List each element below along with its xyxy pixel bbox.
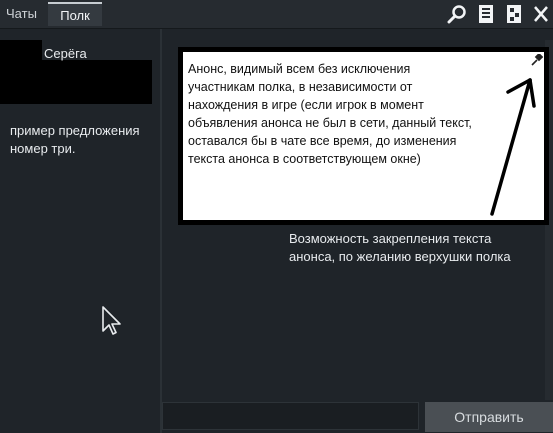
pin-icon[interactable] — [531, 52, 544, 66]
pin-hint-text: Возможность закрепления текста анонса, п… — [289, 231, 511, 264]
message-input[interactable] — [162, 402, 419, 430]
arrow-annotation — [486, 72, 536, 218]
send-button[interactable]: Отправить — [425, 402, 553, 432]
contact-name[interactable]: Серёга — [44, 46, 87, 61]
search-icon[interactable] — [446, 4, 468, 24]
announcement-text: Анонс, видимый всем без исключения участ… — [188, 62, 472, 166]
tab-polk[interactable]: Полк — [48, 2, 102, 26]
mouse-cursor-icon — [101, 305, 123, 335]
redacted-chat-item[interactable] — [0, 60, 152, 104]
redacted-avatar — [0, 40, 42, 62]
document-edit-icon[interactable] — [503, 4, 525, 24]
tab-chats[interactable]: Чаты — [6, 2, 42, 26]
suggestion-text: пример предложения номер три. — [10, 123, 140, 156]
close-icon[interactable] — [531, 4, 553, 24]
document-icon[interactable] — [475, 4, 497, 24]
